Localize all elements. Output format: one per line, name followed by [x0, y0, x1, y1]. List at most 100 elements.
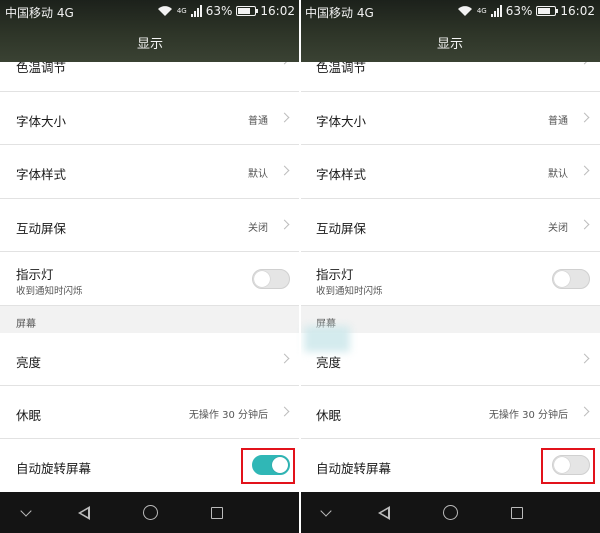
navigation-bar	[0, 492, 300, 533]
wifi-icon	[157, 5, 173, 17]
row-label: 亮度	[316, 355, 342, 370]
chevron-right-icon	[579, 165, 590, 176]
indicator-toggle[interactable]	[252, 269, 290, 289]
row-label: 指示灯	[16, 267, 54, 282]
page-title: 显示	[436, 37, 463, 52]
nav-home-icon	[142, 505, 158, 520]
row-label: 指示灯	[316, 267, 354, 282]
settings-list: 色温调节 字体大小 普通 字体样式 默认 互动屏保 关闭 指示灯 收到通知时闪烁	[0, 52, 300, 492]
nav-down-button[interactable]	[306, 492, 346, 533]
row-value: 普通	[248, 116, 268, 127]
row-label: 字体样式	[316, 167, 367, 182]
row-screensaver[interactable]: 互动屏保 关闭	[0, 199, 300, 252]
indicator-toggle[interactable]	[552, 269, 590, 289]
row-label: 互动屏保	[16, 221, 67, 236]
row-subtitle: 收到通知时闪烁	[16, 286, 83, 297]
status-icons: 4G 63% 16:02	[157, 4, 295, 18]
row-label: 字体样式	[16, 167, 67, 182]
app-header: 中国移动 4G 4G 63% 16:02 显示	[0, 0, 300, 62]
toggle-knob	[554, 271, 570, 287]
screen-before: 中国移动 4G 4G 63% 16:02 显示 色温调节 字体大小 普通 字体样…	[0, 0, 300, 533]
chevron-right-icon	[279, 219, 290, 230]
row-label: 休眠	[16, 408, 42, 423]
chevron-right-icon	[279, 112, 290, 123]
row-label: 字体大小	[16, 114, 67, 129]
chevron-right-icon	[579, 406, 590, 417]
nav-recent-icon	[211, 506, 223, 519]
settings-list: 色温调节 字体大小 普通 字体样式 默认 互动屏保 关闭 指示灯 收到通知时闪烁	[300, 52, 600, 492]
row-value: 普通	[548, 116, 568, 127]
row-font-style[interactable]: 字体样式 默认	[0, 145, 300, 199]
navigation-bar	[300, 492, 600, 533]
chevron-right-icon	[579, 112, 590, 123]
row-value: 关闭	[248, 223, 268, 234]
carrier-label: 中国移动 4G	[5, 6, 74, 20]
row-screensaver[interactable]: 互动屏保 关闭	[300, 199, 600, 252]
nav-home-button[interactable]	[430, 492, 470, 533]
row-label: 字体大小	[316, 114, 367, 129]
row-font-size[interactable]: 字体大小 普通	[300, 92, 600, 145]
row-value: 默认	[248, 169, 268, 180]
row-indicator-light: 指示灯 收到通知时闪烁	[300, 252, 600, 306]
highlight-box	[541, 448, 595, 484]
nav-back-button[interactable]	[64, 492, 104, 533]
page-title: 显示	[136, 37, 163, 52]
network-badge: 4G	[476, 7, 487, 15]
row-label: 休眠	[316, 408, 342, 423]
panel-divider	[299, 0, 301, 533]
section-header-screen: 屏幕	[0, 306, 300, 333]
row-value: 默认	[548, 169, 568, 180]
carrier-label: 中国移动 4G	[305, 6, 374, 20]
row-subtitle: 收到通知时闪烁	[316, 286, 383, 297]
chevron-right-icon	[579, 219, 590, 230]
row-label: 亮度	[16, 355, 42, 370]
row-brightness[interactable]: 亮度	[0, 333, 300, 386]
row-sleep[interactable]: 休眠 无操作 30 分钟后	[0, 386, 300, 439]
nav-back-icon	[78, 505, 90, 520]
row-label: 互动屏保	[316, 221, 367, 236]
chevron-right-icon	[279, 406, 290, 417]
row-font-style[interactable]: 字体样式 默认	[300, 145, 600, 199]
comparison-screenshot: 中国移动 4G 4G 63% 16:02 显示 色温调节 字体大小 普通 字体样…	[0, 0, 600, 533]
battery-icon	[236, 6, 259, 16]
row-indicator-light: 指示灯 收到通知时闪烁	[0, 252, 300, 306]
row-value: 无操作 30 分钟后	[488, 410, 568, 421]
nav-home-icon	[442, 505, 458, 520]
blur-artifact	[304, 326, 350, 352]
row-value: 关闭	[548, 223, 568, 234]
status-bar: 中国移动 4G 4G 63% 16:02	[0, 0, 300, 22]
nav-back-button[interactable]	[364, 492, 404, 533]
battery-icon	[536, 6, 559, 16]
chevron-right-icon	[279, 165, 290, 176]
row-font-size[interactable]: 字体大小 普通	[0, 92, 300, 145]
battery-percent: 63%	[205, 4, 233, 18]
chevron-right-icon	[279, 353, 290, 364]
nav-recent-button[interactable]	[197, 492, 237, 533]
wifi-icon	[457, 5, 473, 17]
screen-after: 中国移动 4G 4G 63% 16:02 显示 色温调节 字体大小 普通 字体样…	[300, 0, 600, 533]
nav-back-icon	[378, 505, 390, 520]
row-label: 自动旋转屏幕	[16, 461, 92, 476]
signal-icon	[190, 5, 202, 17]
nav-down-button[interactable]	[6, 492, 46, 533]
nav-recent-button[interactable]	[497, 492, 537, 533]
clock: 16:02	[260, 4, 295, 18]
battery-percent: 63%	[505, 4, 533, 18]
row-sleep[interactable]: 休眠 无操作 30 分钟后	[300, 386, 600, 439]
status-icons: 4G 63% 16:02	[457, 4, 595, 18]
nav-recent-icon	[511, 506, 523, 519]
nav-home-button[interactable]	[130, 492, 170, 533]
row-label: 自动旋转屏幕	[316, 461, 392, 476]
status-bar: 中国移动 4G 4G 63% 16:02	[300, 0, 600, 22]
signal-icon	[490, 5, 502, 17]
nav-down-icon	[20, 504, 32, 517]
toggle-knob	[254, 271, 270, 287]
chevron-right-icon	[579, 353, 590, 364]
clock: 16:02	[560, 4, 595, 18]
section-label: 屏幕	[16, 319, 36, 330]
network-badge: 4G	[176, 7, 187, 15]
row-value: 无操作 30 分钟后	[188, 410, 268, 421]
nav-down-icon	[320, 504, 332, 517]
app-header: 中国移动 4G 4G 63% 16:02 显示	[300, 0, 600, 62]
highlight-box	[241, 448, 295, 484]
